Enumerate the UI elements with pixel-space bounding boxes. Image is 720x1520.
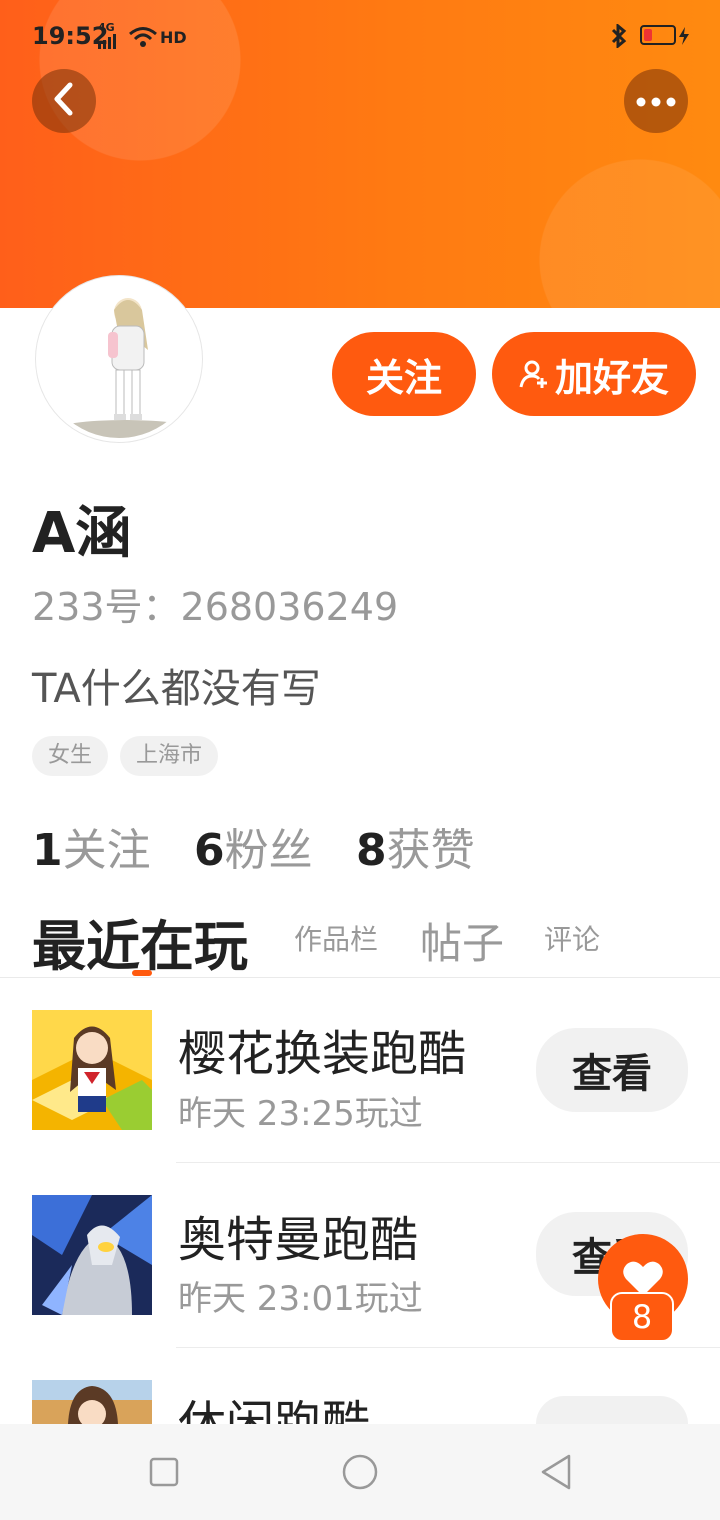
add-friend-button[interactable]: 加好友 — [492, 332, 696, 416]
stat-following-label: 关注 — [62, 825, 151, 876]
stat-following-count: 1 — [32, 825, 63, 876]
stat-fans[interactable]: 6粉丝 — [194, 814, 313, 878]
system-navigation-bar — [0, 1424, 720, 1520]
tab-posts[interactable]: 帖子 — [420, 910, 504, 971]
hd-label: HD — [160, 28, 187, 47]
more-button[interactable] — [624, 69, 688, 133]
stat-likes[interactable]: 8获赞 — [356, 814, 475, 878]
more-dots-icon — [636, 92, 676, 111]
row-divider — [176, 1162, 720, 1163]
game-played-time-ultraman: 昨天 23:01玩过 — [178, 1279, 423, 1319]
profile-bio: TA什么都没有写 — [32, 666, 321, 712]
follow-label: 关注 — [365, 355, 442, 400]
stat-likes-count: 8 — [356, 825, 387, 876]
stat-likes-label: 获赞 — [386, 825, 475, 876]
stat-fans-label: 粉丝 — [224, 825, 313, 876]
nav-recent-icon[interactable] — [149, 1457, 179, 1491]
view-button-casual[interactable]: 查看 — [536, 1396, 688, 1424]
game-title-casual[interactable]: 休闲跑酷 — [178, 1384, 370, 1424]
view-button-sakura[interactable]: 查看 — [536, 1028, 688, 1112]
tab-comments[interactable]: 评论 — [544, 918, 600, 958]
add-friend-label: 加好友 — [554, 355, 669, 400]
tab-works[interactable]: 作品栏 — [294, 918, 378, 958]
like-count-badge: 8 — [610, 1292, 674, 1342]
tag-location: 上海市 — [120, 736, 219, 776]
row-divider — [176, 1347, 720, 1348]
wifi-icon — [128, 26, 158, 52]
nav-back-icon[interactable] — [539, 1453, 573, 1495]
nav-home-icon[interactable] — [341, 1453, 379, 1495]
back-button[interactable] — [32, 69, 96, 133]
game-thumbnail-ultraman[interactable] — [32, 1195, 152, 1315]
game-thumbnail-sakura[interactable] — [32, 1010, 152, 1130]
battery-icon — [640, 25, 676, 45]
tag-gender: 女生 — [32, 736, 109, 776]
profile-name: A涵 — [32, 501, 132, 566]
tab-active-indicator — [132, 970, 152, 976]
back-arrow-icon — [51, 82, 77, 120]
add-user-icon — [519, 359, 549, 389]
game-played-time-sakura: 昨天 23:25玩过 — [178, 1094, 423, 1134]
game-thumbnail-casual[interactable] — [32, 1380, 152, 1424]
avatar-figure-image — [40, 280, 198, 438]
signal-icon: 4G — [98, 22, 120, 49]
profile-id: 233号：268036249 — [32, 585, 399, 629]
tabs-divider — [0, 977, 720, 978]
game-title-ultraman[interactable]: 奥特曼跑酷 — [178, 1200, 418, 1270]
stat-fans-count: 6 — [194, 825, 225, 876]
bluetooth-icon — [608, 22, 630, 52]
charging-icon — [679, 27, 689, 49]
avatar[interactable] — [36, 276, 202, 442]
follow-button[interactable]: 关注 — [332, 332, 476, 416]
stat-following[interactable]: 1关注 — [32, 814, 151, 878]
status-time: 19:52 — [32, 22, 109, 50]
signal-label: 4G — [98, 21, 115, 34]
view-button-label: 查看 — [572, 1414, 652, 1424]
status-bar: 19:52 4G HD — [0, 0, 720, 74]
view-button-label: 查看 — [572, 1051, 652, 1097]
game-title-sakura[interactable]: 樱花换装跑酷 — [178, 1014, 466, 1084]
